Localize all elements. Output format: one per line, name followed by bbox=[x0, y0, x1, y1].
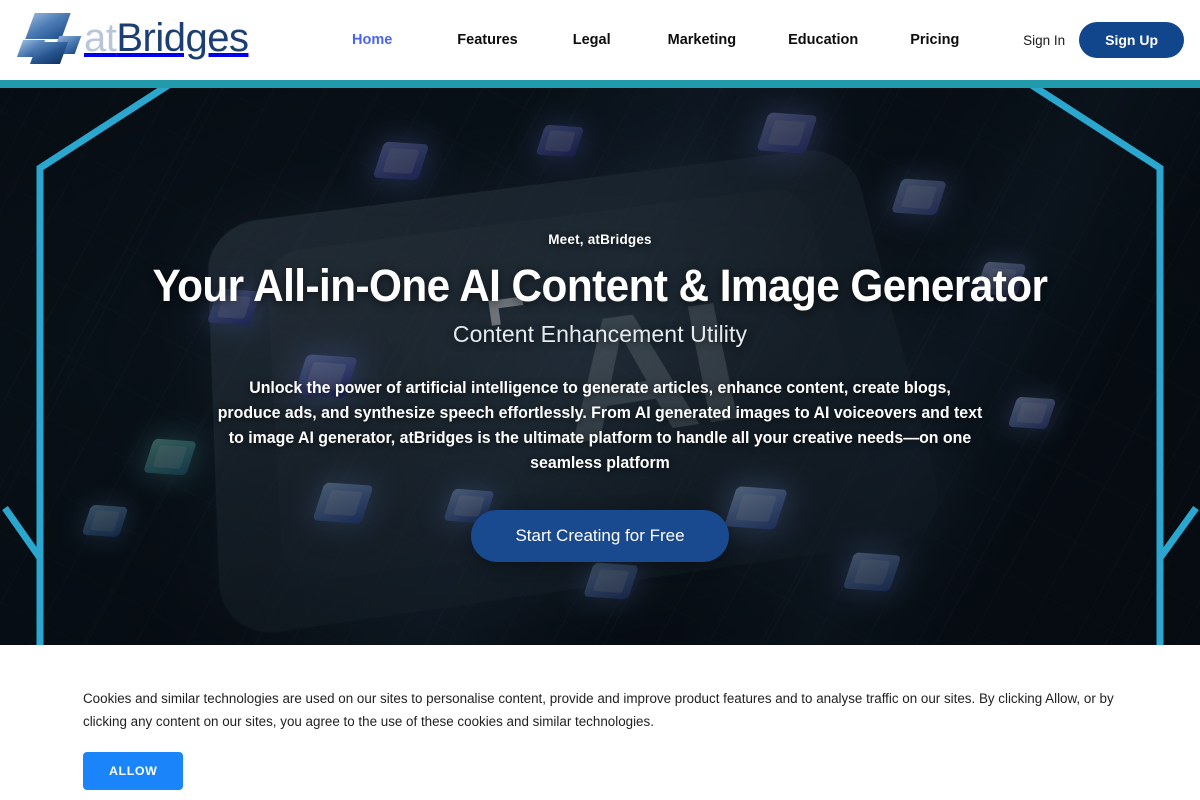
nav-item-marketing[interactable]: Marketing bbox=[668, 26, 737, 54]
header-accent-bar bbox=[0, 80, 1200, 88]
primary-navigation: Home Features Legal Marketing Education … bbox=[352, 0, 959, 80]
hero-headline: Your All-in-One AI Content & Image Gener… bbox=[152, 260, 1048, 311]
cookie-consent-banner: Cookies and similar technologies are use… bbox=[0, 645, 1200, 800]
landing-page: atBridges Home Features Legal Marketing … bbox=[0, 0, 1200, 800]
cookie-allow-button[interactable]: ALLOW bbox=[83, 752, 184, 790]
atbridges-logo-icon bbox=[16, 12, 82, 64]
auth-actions: Sign In Sign Up bbox=[1023, 0, 1184, 80]
logo-link[interactable]: atBridges bbox=[16, 12, 249, 64]
hero-description: Unlock the power of artificial intellige… bbox=[217, 378, 983, 472]
hero-subheadline: Content Enhancement Utility bbox=[452, 320, 748, 347]
nav-item-legal[interactable]: Legal bbox=[573, 26, 611, 54]
logo-wordmark: atBridges bbox=[84, 16, 249, 60]
nav-item-home[interactable]: Home bbox=[352, 26, 392, 54]
nav-item-features[interactable]: Features bbox=[457, 26, 517, 54]
sign-in-link[interactable]: Sign In bbox=[1023, 33, 1065, 48]
nav-item-pricing[interactable]: Pricing bbox=[910, 26, 959, 54]
site-header: atBridges Home Features Legal Marketing … bbox=[0, 0, 1200, 80]
sign-up-button[interactable]: Sign Up bbox=[1079, 22, 1184, 58]
start-creating-for-free-button[interactable]: Start Creating for Free bbox=[471, 509, 729, 562]
logo-suffix: Bridges bbox=[116, 16, 249, 60]
hero-section: AI Meet, bbox=[0, 88, 1200, 645]
hero-eyebrow: Meet, atBridges bbox=[548, 232, 652, 247]
hero-content: Meet, atBridges Your All-in-One AI Conte… bbox=[0, 88, 1200, 645]
nav-item-education[interactable]: Education bbox=[788, 26, 858, 54]
cookie-consent-text: Cookies and similar technologies are use… bbox=[83, 691, 1114, 730]
logo-prefix: at bbox=[84, 16, 117, 60]
